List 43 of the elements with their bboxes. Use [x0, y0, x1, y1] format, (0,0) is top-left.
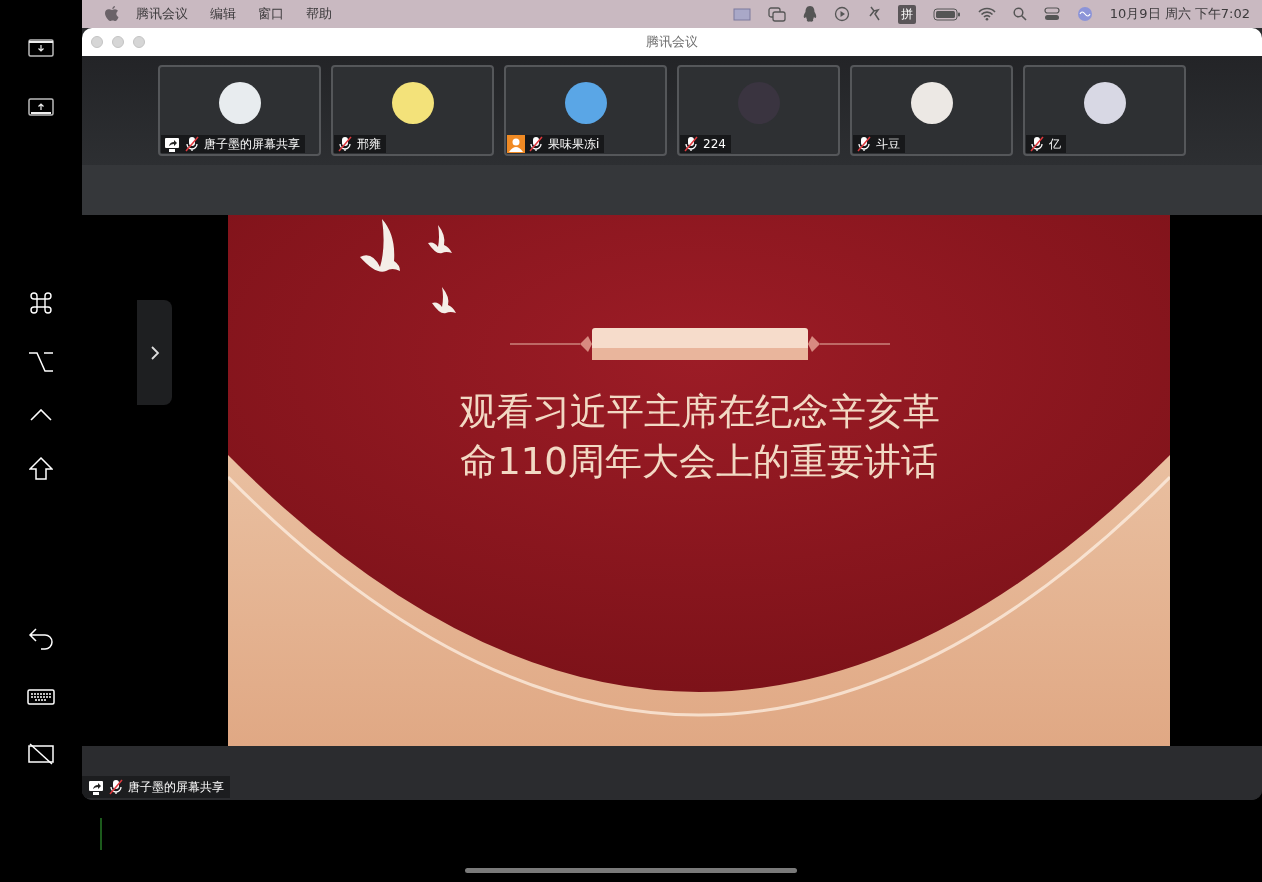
penguin-icon[interactable] [802, 6, 817, 22]
participant-name: 果味果冻i [548, 135, 600, 153]
participant-tile[interactable]: 果味果冻i [504, 65, 667, 156]
search-icon[interactable] [1012, 7, 1027, 21]
menu-item[interactable]: 窗口 [258, 5, 284, 23]
chevron-right-icon [149, 344, 160, 361]
siri-icon[interactable] [1076, 6, 1093, 22]
hide-screen-icon[interactable] [28, 743, 54, 765]
control-key-icon[interactable] [30, 409, 52, 421]
clock[interactable]: 10月9日 周六 下午7:02 [1109, 5, 1250, 23]
menu-item[interactable]: 编辑 [210, 5, 236, 23]
wifi-icon[interactable] [977, 7, 996, 21]
option-key-icon[interactable] [28, 351, 54, 373]
battery-icon [932, 7, 961, 21]
shift-key-icon[interactable] [29, 457, 53, 481]
window-title: 腾讯会议 [646, 33, 698, 51]
control-center-icon[interactable] [1043, 7, 1060, 21]
presenter-name: 唐子墨的屏幕共享 [128, 778, 224, 796]
command-key-icon[interactable] [29, 291, 53, 315]
participant-name: 斗豆 [876, 135, 900, 153]
participant-name: 唐子墨的屏幕共享 [204, 135, 300, 153]
figure-icon[interactable] [866, 6, 881, 22]
participant-tile[interactable]: 唐子墨的屏幕共享 [158, 65, 321, 156]
apple-logo-icon[interactable] [105, 6, 119, 22]
keyboard-icon[interactable] [27, 689, 55, 705]
undo-icon[interactable] [28, 627, 54, 651]
window-upload-icon[interactable] [28, 98, 54, 116]
participant-tile[interactable]: 224 [677, 65, 840, 156]
participant-tile[interactable]: 斗豆 [850, 65, 1013, 156]
slide-title-line: 命110周年大会上的重要讲话 [460, 439, 938, 485]
app-menu[interactable]: 腾讯会议 [136, 5, 188, 23]
participant-tile[interactable]: 亿 [1023, 65, 1186, 156]
participant-tile[interactable]: 邢雍 [331, 65, 494, 156]
participant-name: 邢雍 [357, 135, 381, 153]
menu-item[interactable]: 帮助 [306, 5, 332, 23]
window-download-icon[interactable] [28, 39, 54, 57]
input-method-indicator[interactable]: 拼 [897, 4, 916, 24]
slide-title-line: 观看习近平主席在纪念辛亥革 [458, 389, 940, 435]
play-icon[interactable] [833, 6, 850, 22]
participant-name: 224 [703, 137, 726, 151]
participant-name: 亿 [1049, 135, 1061, 153]
windows-icon[interactable] [767, 6, 786, 22]
text-cursor [100, 818, 102, 850]
